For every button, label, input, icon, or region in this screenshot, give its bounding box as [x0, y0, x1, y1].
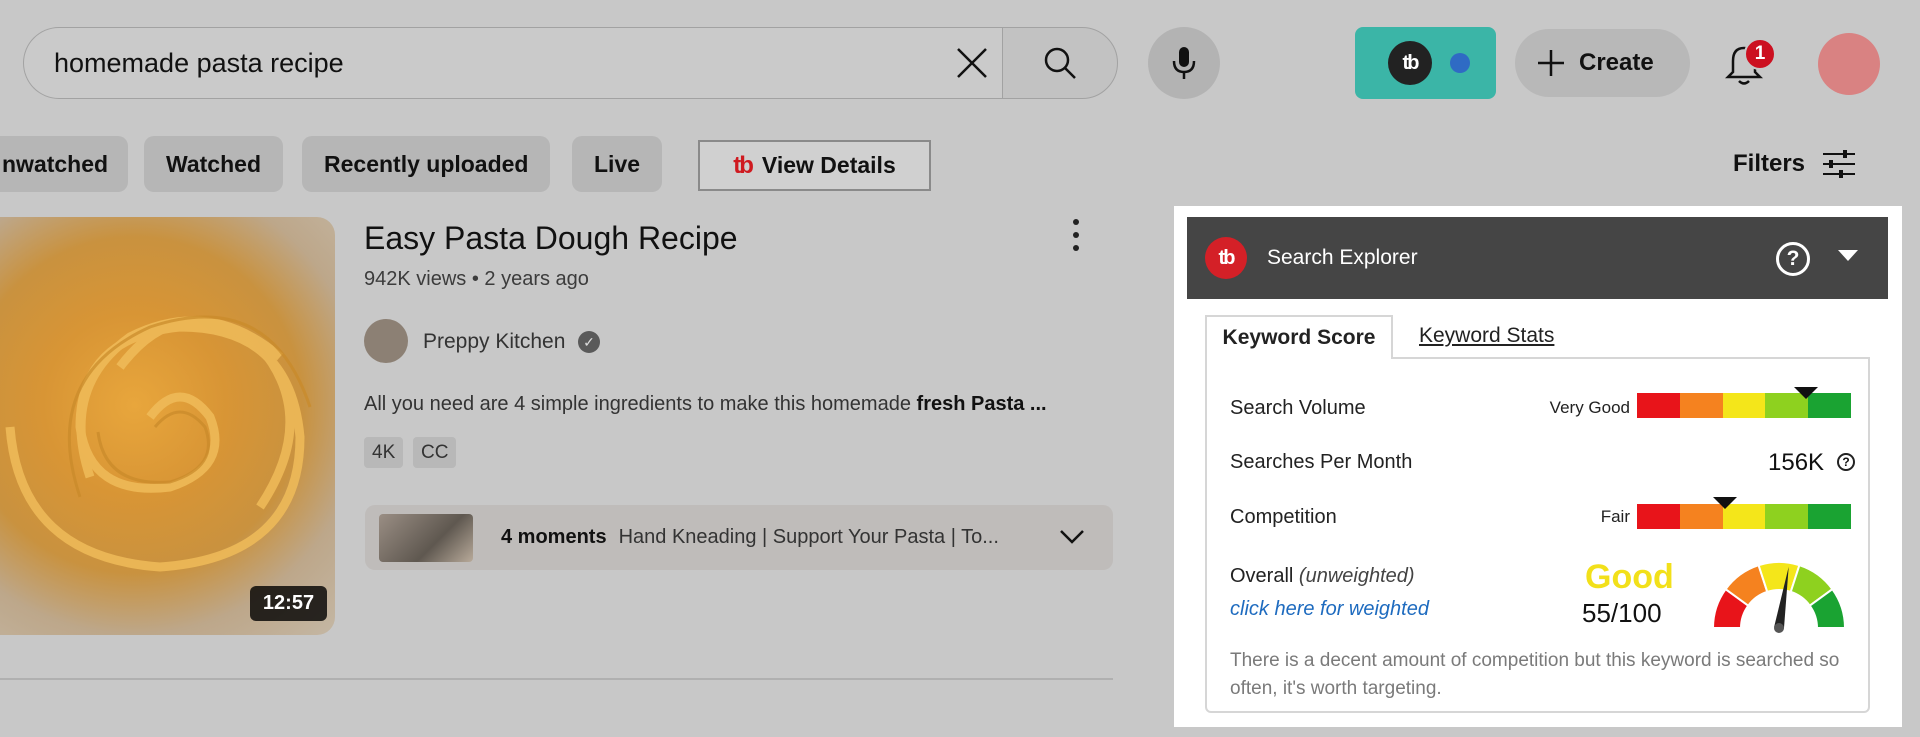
competition-meter: [1637, 504, 1851, 529]
search-icon: [1044, 47, 1076, 79]
overall-label-text: Overall: [1230, 565, 1294, 587]
status-dot: [1450, 53, 1470, 73]
clear-search-button[interactable]: [946, 37, 998, 89]
tubebuddy-logo-icon: tb: [1205, 237, 1247, 279]
channel-avatar[interactable]: [364, 319, 408, 363]
tubebuddy-extension-button[interactable]: tb: [1355, 27, 1496, 99]
meter-segment: [1722, 393, 1766, 418]
video-thumbnail[interactable]: [0, 217, 335, 635]
badge-cc: CC: [413, 437, 457, 468]
competition-rating: Fair: [1600, 507, 1630, 526]
weighted-score-link[interactable]: click here for weighted: [1230, 598, 1429, 621]
collapse-caret-icon[interactable]: [1838, 250, 1858, 261]
create-button[interactable]: Create: [1515, 29, 1690, 97]
moments-text: Hand Kneading | Support Your Pasta | To.…: [618, 526, 999, 548]
chip-live[interactable]: Live: [572, 136, 663, 192]
chevron-down-icon[interactable]: [1059, 525, 1085, 547]
meter-segment: [1808, 504, 1851, 529]
sliders-icon: [1823, 150, 1856, 178]
overall-label: Overall (unweighted): [1230, 565, 1415, 588]
meter-segment: [1637, 393, 1680, 418]
searches-per-month-value: 156K: [1768, 449, 1825, 476]
moments-count: 4 moments: [501, 526, 607, 548]
more-options-icon[interactable]: [1064, 217, 1088, 253]
view-details-label: View Details: [761, 152, 896, 178]
view-details-button[interactable]: tb View Details: [698, 140, 931, 191]
verified-icon: ✓: [578, 331, 600, 353]
tubebuddy-logo-icon: tb: [733, 151, 754, 179]
recommendation-note: There is a decent amount of competition …: [1230, 650, 1840, 699]
meter-segment: [1679, 393, 1723, 418]
video-meta: 942K views • 2 years ago: [364, 268, 589, 290]
overall-gauge: [1711, 561, 1847, 633]
pasta-nest-image: [5, 315, 312, 572]
help-icon[interactable]: ?: [1776, 242, 1810, 276]
chip-watched[interactable]: Watched: [144, 136, 283, 192]
video-title[interactable]: Easy Pasta Dough Recipe: [364, 220, 738, 257]
create-label: Create: [1579, 49, 1654, 76]
key-moments-bar[interactable]: 4 moments Hand Kneading | Support Your P…: [365, 505, 1113, 570]
description-text: All you need are 4 simple ingredients to…: [364, 393, 917, 415]
video-description: All you need are 4 simple ingredients to…: [364, 393, 1047, 416]
overall-grade: Good: [1585, 558, 1674, 596]
overall-score: 55/100: [1582, 598, 1662, 628]
filters-button[interactable]: Filters: [1733, 148, 1857, 180]
competition-label: Competition: [1230, 506, 1337, 528]
close-icon: [957, 48, 987, 78]
tab-keyword-stats[interactable]: Keyword Stats: [1419, 324, 1554, 348]
chip-unwatched[interactable]: nwatched: [0, 136, 128, 192]
gauge-hub: [1774, 623, 1784, 633]
searches-per-month-label: Searches Per Month: [1230, 451, 1413, 473]
plus-icon: [1538, 50, 1564, 76]
microphone-icon: [1172, 47, 1196, 79]
search-box[interactable]: [23, 27, 1004, 99]
search-volume-pointer-icon: [1794, 387, 1819, 399]
panel-title: Search Explorer: [1267, 246, 1418, 269]
meter-segment: [1765, 504, 1809, 529]
overall-qualifier: (unweighted): [1298, 565, 1415, 587]
meter-segment: [1637, 504, 1680, 529]
search-input[interactable]: [54, 48, 934, 79]
channel-name[interactable]: Preppy Kitchen: [423, 330, 565, 354]
badge-4k: 4K: [364, 437, 404, 468]
filters-label: Filters: [1733, 150, 1806, 177]
chip-recently-uploaded[interactable]: Recently uploaded: [302, 136, 551, 192]
notification-badge: 1: [1744, 38, 1776, 70]
moments-thumbnail: [379, 513, 473, 562]
search-button[interactable]: [1002, 27, 1118, 99]
search-volume-meter: [1637, 393, 1851, 418]
tubebuddy-logo-icon: tb: [1388, 41, 1432, 85]
search-volume-label: Search Volume: [1230, 397, 1366, 419]
voice-search-button[interactable]: [1148, 27, 1220, 99]
competition-pointer-icon: [1712, 497, 1737, 509]
video-duration: 12:57: [250, 586, 327, 621]
divider: [0, 678, 1113, 680]
info-icon[interactable]: ?: [1837, 453, 1855, 471]
description-bold-text: fresh Pasta ...: [916, 393, 1047, 415]
account-avatar[interactable]: [1818, 33, 1880, 95]
tab-keyword-score[interactable]: Keyword Score: [1205, 315, 1393, 359]
search-volume-rating: Very Good: [1549, 398, 1630, 417]
